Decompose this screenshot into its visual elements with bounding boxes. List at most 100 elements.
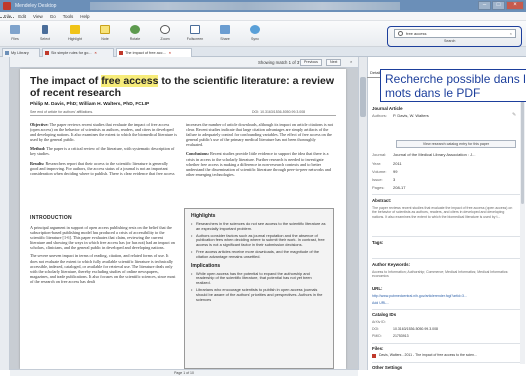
files-heading: Files:	[372, 346, 384, 351]
share-button[interactable]: Share	[214, 23, 236, 45]
menu-tools[interactable]: Tools	[63, 14, 74, 19]
divider	[372, 258, 520, 259]
pdf-scrollbar[interactable]	[358, 57, 367, 370]
details-scrollbar[interactable]	[520, 79, 525, 364]
menu-bar: File Edit View Go Tools Help	[0, 12, 526, 21]
close-tab-icon[interactable]: ×	[95, 51, 97, 55]
journal-value[interactable]: Journal of the Medical Library Associati…	[393, 152, 475, 157]
files-button[interactable]: Files	[4, 23, 26, 45]
menu-go[interactable]: Go	[50, 14, 56, 19]
paper-title: The impact of free access to the scienti…	[30, 75, 335, 99]
title-bar: Mendeley Desktop – □ ×	[0, 0, 526, 12]
find-bar: Showing match 1 of 37 Previous Next ×	[10, 57, 358, 68]
divider	[372, 362, 520, 363]
sync-button[interactable]: Sync	[244, 23, 266, 45]
next-match-button[interactable]: Next	[326, 59, 342, 66]
close-find-icon[interactable]: ×	[350, 59, 352, 64]
window-title: Mendeley Desktop	[15, 3, 57, 9]
volume-value[interactable]: 99	[393, 169, 397, 174]
scrollbar-thumb[interactable]	[521, 84, 524, 204]
match-counter: Showing match 1 of 37	[258, 60, 302, 65]
doi-value[interactable]: 10.3163/1536-5050.99.3.008	[393, 327, 438, 331]
sync-icon	[250, 25, 260, 34]
abstract-text[interactable]: The paper reviews recent studies that ev…	[372, 206, 516, 219]
maximize-button[interactable]: □	[492, 1, 505, 10]
author-note: See end of article for authors' affiliat…	[30, 110, 94, 114]
tab-six-simple-rules[interactable]: Six simple rules for go... ×	[42, 48, 114, 57]
attached-file[interactable]: Davis, Walters - 2011 - The impact of fr…	[379, 353, 477, 357]
pmid-value[interactable]: 21753913	[393, 334, 409, 338]
callout-text: Recherche possible dans les mots dans le…	[385, 72, 526, 100]
authors-key: Authors:	[372, 113, 387, 118]
other-settings-heading[interactable]: Other Settings	[372, 365, 402, 370]
menu-edit[interactable]: Edit	[18, 14, 26, 19]
tags-heading: Tags:	[372, 240, 384, 245]
pages-value[interactable]: 208-17	[393, 185, 405, 190]
highlights-heading: Highlights	[191, 213, 216, 219]
implications-heading: Implications	[191, 262, 221, 269]
note-icon	[100, 25, 110, 34]
fullscreen-button[interactable]: Fullscreen	[184, 23, 206, 45]
close-tab-icon[interactable]: ×	[169, 51, 171, 55]
left-rail	[0, 57, 10, 370]
paper-authors: Philip M. Davis, PhD; William H. Walters…	[30, 102, 150, 107]
abstract-heading: Abstract:	[372, 198, 392, 203]
highlight-icon	[70, 25, 80, 34]
search-highlight-frame	[387, 26, 522, 47]
edit-pencil-icon[interactable]: ✎	[512, 112, 516, 118]
menu-help[interactable]: Help	[80, 14, 89, 19]
add-url-link[interactable]: Add URL...	[372, 301, 389, 305]
author-keywords-value[interactable]: Access to Information; Authorship; Comme…	[372, 270, 516, 279]
highlight-button[interactable]: Highlight	[64, 23, 86, 45]
list-item: Authors consider factors such as journal…	[191, 233, 327, 248]
pdf-page: The impact of free access to the scienti…	[20, 69, 346, 369]
note-button[interactable]: Note	[94, 23, 116, 45]
pdf-search-callout: Recherche possible dans les mots dans le…	[380, 69, 526, 102]
pdf-icon	[119, 51, 123, 55]
introduction-heading: INTRODUCTION	[30, 215, 72, 221]
list-item: Researchers in the sciences do not see a…	[191, 221, 327, 232]
view-research-catalog-button[interactable]: View research catalog entry for this pap…	[396, 140, 516, 148]
divider	[372, 236, 520, 237]
scrollbar-thumb[interactable]	[360, 77, 366, 117]
mendeley-app-icon	[3, 2, 11, 10]
list-item: While open access has the potential to e…	[191, 271, 327, 286]
tab-underline	[367, 77, 381, 78]
issue-value[interactable]: 3	[393, 177, 395, 182]
authors-value[interactable]: P. Davis, W. Walters	[393, 113, 429, 118]
list-item: Librarians who encourage scientists to p…	[191, 287, 327, 302]
tab-impact-free-access[interactable]: The impact of free acc... ×	[116, 48, 192, 57]
close-window-button[interactable]: ×	[506, 1, 524, 10]
arxiv-key: ArXiv ID:	[372, 320, 386, 324]
divider	[30, 115, 336, 116]
select-button[interactable]: Select	[34, 23, 56, 45]
rotate-icon	[130, 25, 140, 34]
introduction-body: A principal argument in support of open …	[30, 225, 176, 284]
volume-key: Volume:	[372, 169, 387, 174]
tab-my-library[interactable]: My Library	[2, 48, 40, 57]
pmid-key: PMID:	[372, 334, 382, 338]
previous-match-button[interactable]: Previous	[300, 59, 322, 66]
paper-doi: DOI: 10.3163/1536-5050.99.3.008	[252, 110, 306, 114]
divider	[372, 194, 520, 195]
url-link[interactable]: http://www.pubmedcentral.nih.gov/article…	[372, 294, 467, 298]
fullscreen-icon	[190, 25, 200, 34]
divider	[372, 343, 520, 344]
zoom-button[interactable]: Zoom	[154, 23, 176, 45]
abstract-column-1: Objective: The paper reviews recent stud…	[30, 122, 177, 176]
files-icon	[10, 25, 20, 34]
year-key: Year:	[372, 161, 382, 166]
menu-view[interactable]: View	[33, 14, 43, 19]
rotate-button[interactable]: Rotate	[124, 23, 146, 45]
window-controls: – □ ×	[478, 1, 524, 10]
select-icon	[42, 25, 48, 34]
library-icon	[5, 51, 9, 55]
divider	[372, 309, 520, 310]
tab-bar: My Library Six simple rules for go... × …	[0, 47, 526, 57]
author-keywords-heading: Author Keywords:	[372, 262, 411, 267]
list-item: Free access articles receive more downlo…	[191, 249, 327, 260]
catalog-ids-heading: Catalog IDs	[372, 312, 397, 317]
minimize-button[interactable]: –	[478, 1, 491, 10]
document-type: Journal Article	[372, 106, 403, 111]
year-value[interactable]: 2011	[393, 161, 402, 166]
